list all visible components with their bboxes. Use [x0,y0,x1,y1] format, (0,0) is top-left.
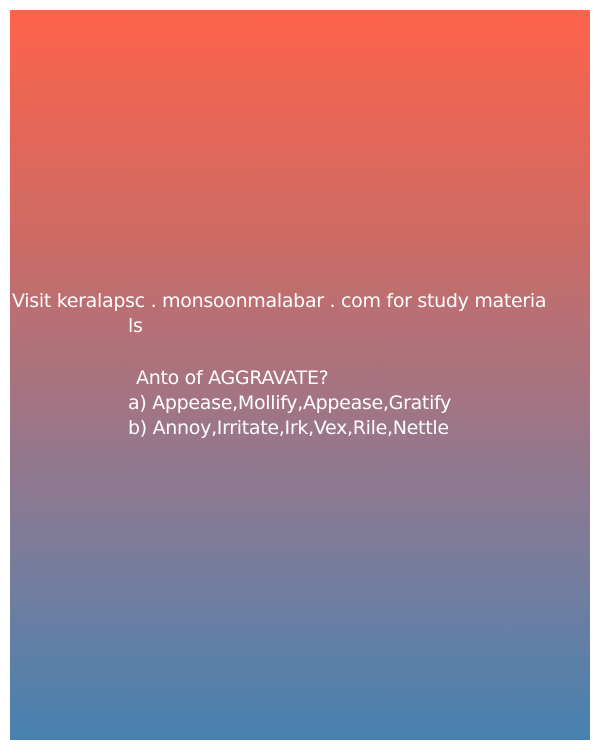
question-card: Visit keralapsc . monsoonmalabar . com f… [10,10,590,740]
option-a: a) Appease,Mollify,Appease,Gratify [128,392,452,414]
question-text: Anto of AGGRAVATE? [136,367,329,389]
promo-text-line-2: ls [128,315,143,337]
promo-text-line-1: Visit keralapsc . monsoonmalabar . com f… [12,290,547,312]
option-b: b) Annoy,Irritate,Irk,Vex,Rile,Nettle [128,417,449,439]
